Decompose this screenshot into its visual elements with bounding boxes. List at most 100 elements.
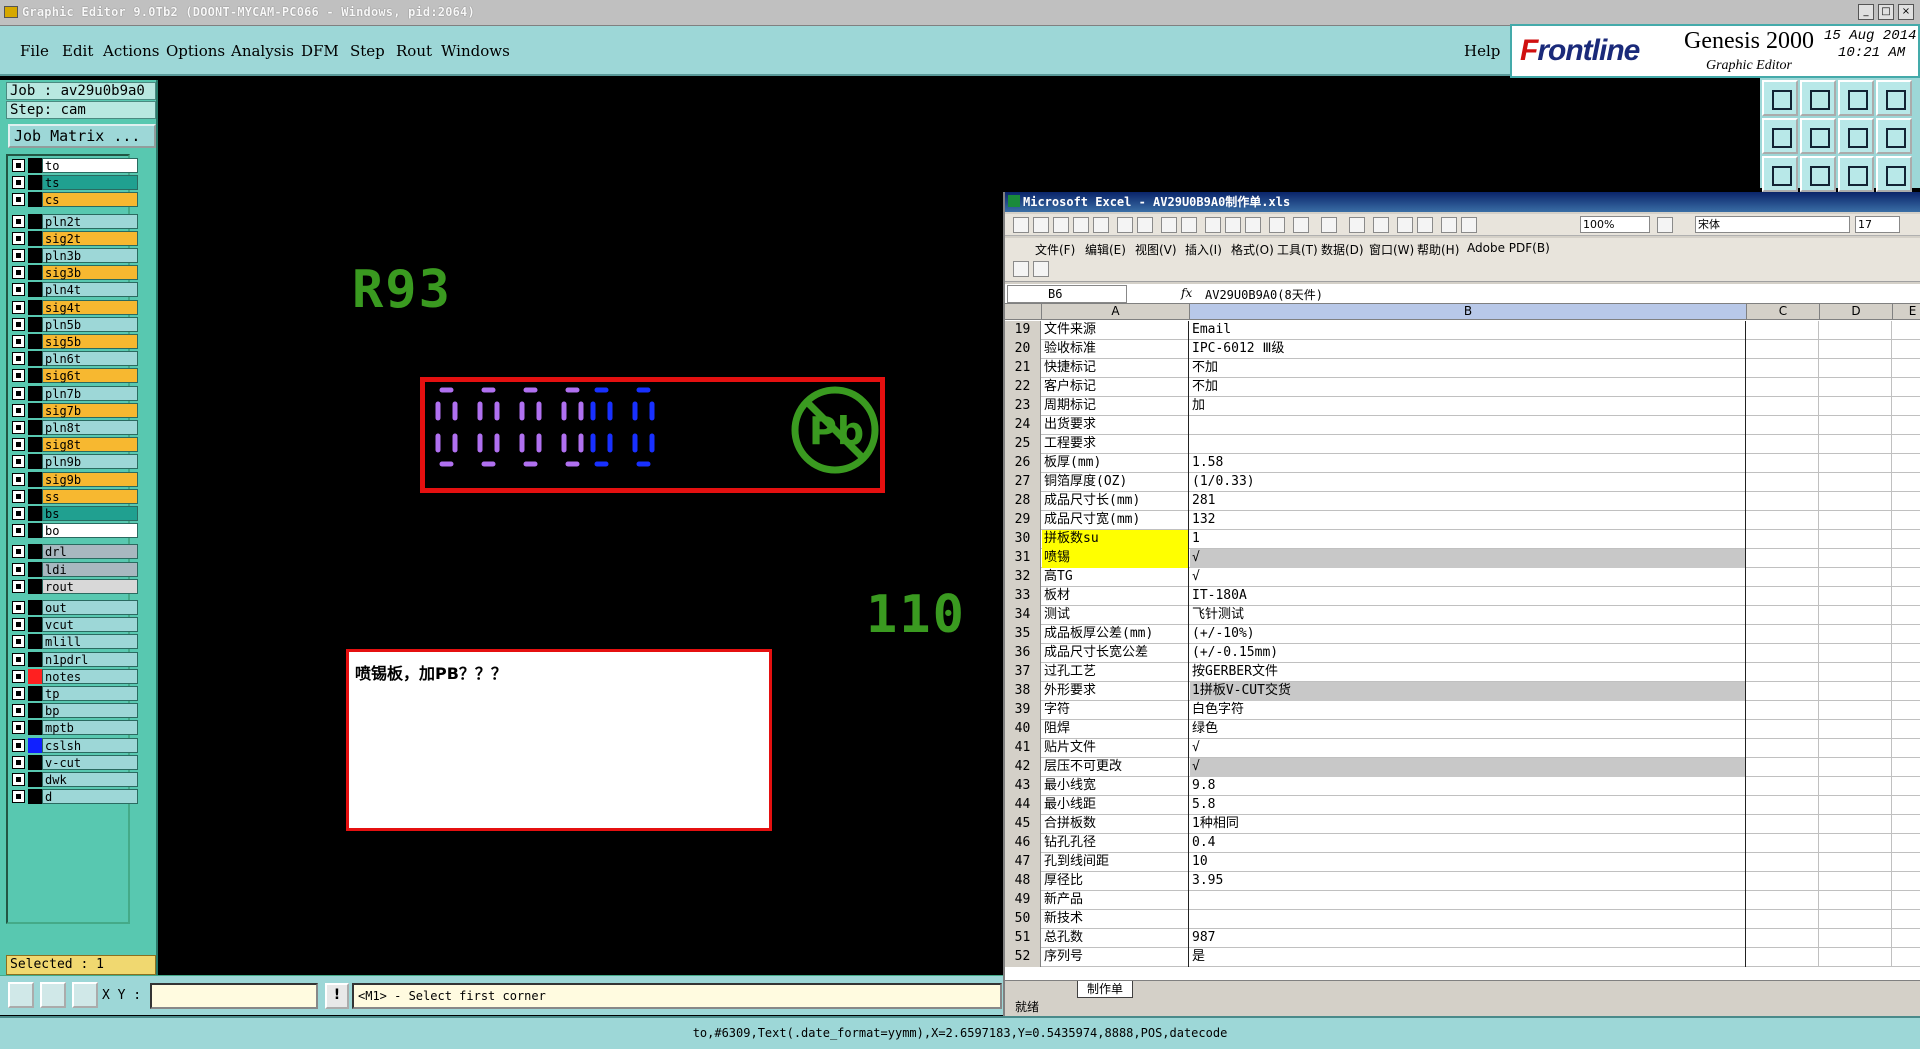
layer-checkbox[interactable] — [12, 214, 25, 228]
layer-color-swatch[interactable] — [28, 175, 42, 191]
layer-name[interactable]: pln2t — [42, 213, 138, 229]
cell-a[interactable]: 阻焊 — [1042, 720, 1189, 739]
layer-color-swatch[interactable] — [28, 437, 42, 453]
tool-icon-5[interactable] — [1762, 118, 1798, 154]
sort-asc-icon[interactable] — [1397, 217, 1413, 233]
cell-a[interactable]: 成品尺寸长(mm) — [1042, 492, 1189, 511]
cell-a[interactable]: 外形要求 — [1042, 682, 1189, 701]
cell-d[interactable] — [1820, 359, 1892, 378]
table-row[interactable]: 41 贴片文件 √ — [1005, 739, 1920, 758]
cell-d[interactable] — [1820, 891, 1892, 910]
cell-a[interactable]: 合拼板数 — [1042, 815, 1189, 834]
layer-row[interactable]: pln6t — [12, 351, 138, 367]
table-row[interactable]: 49 新产品 — [1005, 891, 1920, 910]
layer-name[interactable]: pln5b — [42, 316, 138, 332]
layer-name[interactable]: ldi — [42, 561, 138, 577]
layer-checkbox[interactable] — [12, 403, 25, 417]
layer-name[interactable]: v-cut — [42, 754, 138, 770]
layer-name[interactable]: vcut — [42, 617, 138, 633]
cell-c[interactable] — [1747, 397, 1819, 416]
tool-icon-4[interactable] — [1876, 80, 1912, 116]
cell-c[interactable] — [1747, 701, 1819, 720]
menu-help[interactable]: Help — [1464, 42, 1500, 60]
cell-b[interactable] — [1190, 910, 1746, 929]
table-row[interactable]: 37 过孔工艺 按GERBER文件 — [1005, 663, 1920, 682]
cell-d[interactable] — [1820, 397, 1892, 416]
cell-c[interactable] — [1747, 739, 1819, 758]
fx-icon[interactable]: fx — [1181, 286, 1192, 300]
spelling-icon[interactable] — [1161, 217, 1177, 233]
layer-row[interactable]: pln4t — [12, 282, 138, 298]
formula-input[interactable]: AV29U0B9A0(8天件) — [1205, 286, 1323, 303]
layer-color-swatch[interactable] — [28, 471, 42, 487]
layer-name[interactable]: pln9b — [42, 454, 138, 470]
cell-b[interactable]: 9.8 — [1190, 777, 1746, 796]
pdf-icon[interactable] — [1013, 261, 1029, 277]
layer-checkbox[interactable] — [12, 721, 25, 735]
layer-row[interactable]: sig5b — [12, 334, 138, 349]
layer-color-swatch[interactable] — [28, 248, 42, 263]
cell-a[interactable]: 厚径比 — [1042, 872, 1189, 891]
layer-checkbox[interactable] — [12, 773, 25, 786]
layer-name[interactable]: bs — [42, 506, 138, 521]
cell-b[interactable]: 10 — [1190, 853, 1746, 872]
cell-d[interactable] — [1820, 701, 1892, 720]
col-header-e[interactable]: E — [1893, 304, 1920, 320]
tool-icon-6[interactable] — [1800, 118, 1836, 154]
layer-row[interactable]: notes — [12, 668, 138, 684]
row-number[interactable]: 47 — [1005, 853, 1041, 872]
maximize-button[interactable]: □ — [1878, 4, 1894, 20]
cell-b[interactable]: 1种相同 — [1190, 815, 1746, 834]
corner-cell[interactable] — [1005, 304, 1042, 320]
layer-row[interactable]: n1pdrl — [12, 651, 138, 667]
layer-color-swatch[interactable] — [28, 720, 42, 736]
cell-b[interactable]: Email — [1190, 321, 1746, 340]
tool-icon-3[interactable] — [1838, 80, 1874, 116]
table-row[interactable]: 47 孔到线间距 10 — [1005, 853, 1920, 872]
layer-name[interactable]: ss — [42, 488, 138, 504]
layer-checkbox[interactable] — [12, 507, 25, 520]
layer-name[interactable]: sig5b — [42, 334, 138, 349]
layer-color-swatch[interactable] — [28, 316, 42, 332]
layer-name[interactable]: sig6t — [42, 368, 138, 384]
cell-a[interactable]: 周期标记 — [1042, 397, 1189, 416]
table-row[interactable]: 32 高TG √ — [1005, 568, 1920, 587]
cell-d[interactable] — [1820, 834, 1892, 853]
row-number[interactable]: 51 — [1005, 929, 1041, 948]
cell-b[interactable] — [1190, 435, 1746, 454]
new-icon[interactable] — [1013, 217, 1029, 233]
layer-color-swatch[interactable] — [28, 789, 42, 805]
cell-c[interactable] — [1747, 929, 1819, 948]
menu-file[interactable]: File — [20, 42, 49, 60]
layer-checkbox[interactable] — [12, 386, 25, 400]
cell-a[interactable]: 板厚(mm) — [1042, 454, 1189, 473]
cell-c[interactable] — [1747, 777, 1819, 796]
format-painter-icon[interactable] — [1269, 217, 1285, 233]
layer-color-swatch[interactable] — [28, 703, 42, 719]
tool-icon-7[interactable] — [1838, 118, 1874, 154]
layer-color-swatch[interactable] — [28, 600, 42, 615]
table-row[interactable]: 46 钻孔孔径 0.4 — [1005, 834, 1920, 853]
layer-row[interactable]: mlill — [12, 634, 138, 650]
layer-color-swatch[interactable] — [28, 192, 42, 208]
help-icon[interactable] — [1657, 217, 1673, 233]
excel-menu-item[interactable]: 文件(F) — [1035, 241, 1075, 258]
layer-checkbox[interactable] — [12, 335, 25, 348]
cell-c[interactable] — [1747, 511, 1819, 530]
table-row[interactable]: 50 新技术 — [1005, 910, 1920, 929]
layer-checkbox[interactable] — [12, 438, 25, 452]
menu-analysis[interactable]: Analysis — [231, 42, 294, 60]
cell-b[interactable]: 不加 — [1190, 378, 1746, 397]
layer-row[interactable]: vcut — [12, 617, 138, 633]
sort-desc-icon[interactable] — [1417, 217, 1433, 233]
cell-c[interactable] — [1747, 910, 1819, 929]
layer-checkbox[interactable] — [12, 176, 25, 190]
table-row[interactable]: 52 序列号是 — [1005, 948, 1920, 967]
cell-b[interactable]: √ — [1190, 549, 1746, 568]
layer-color-swatch[interactable] — [28, 772, 42, 787]
layer-checkbox[interactable] — [12, 352, 25, 366]
row-number[interactable]: 33 — [1005, 587, 1041, 606]
cell-d[interactable] — [1820, 378, 1892, 397]
table-row[interactable]: 23 周期标记加 — [1005, 397, 1920, 416]
copy-icon[interactable] — [1225, 217, 1241, 233]
